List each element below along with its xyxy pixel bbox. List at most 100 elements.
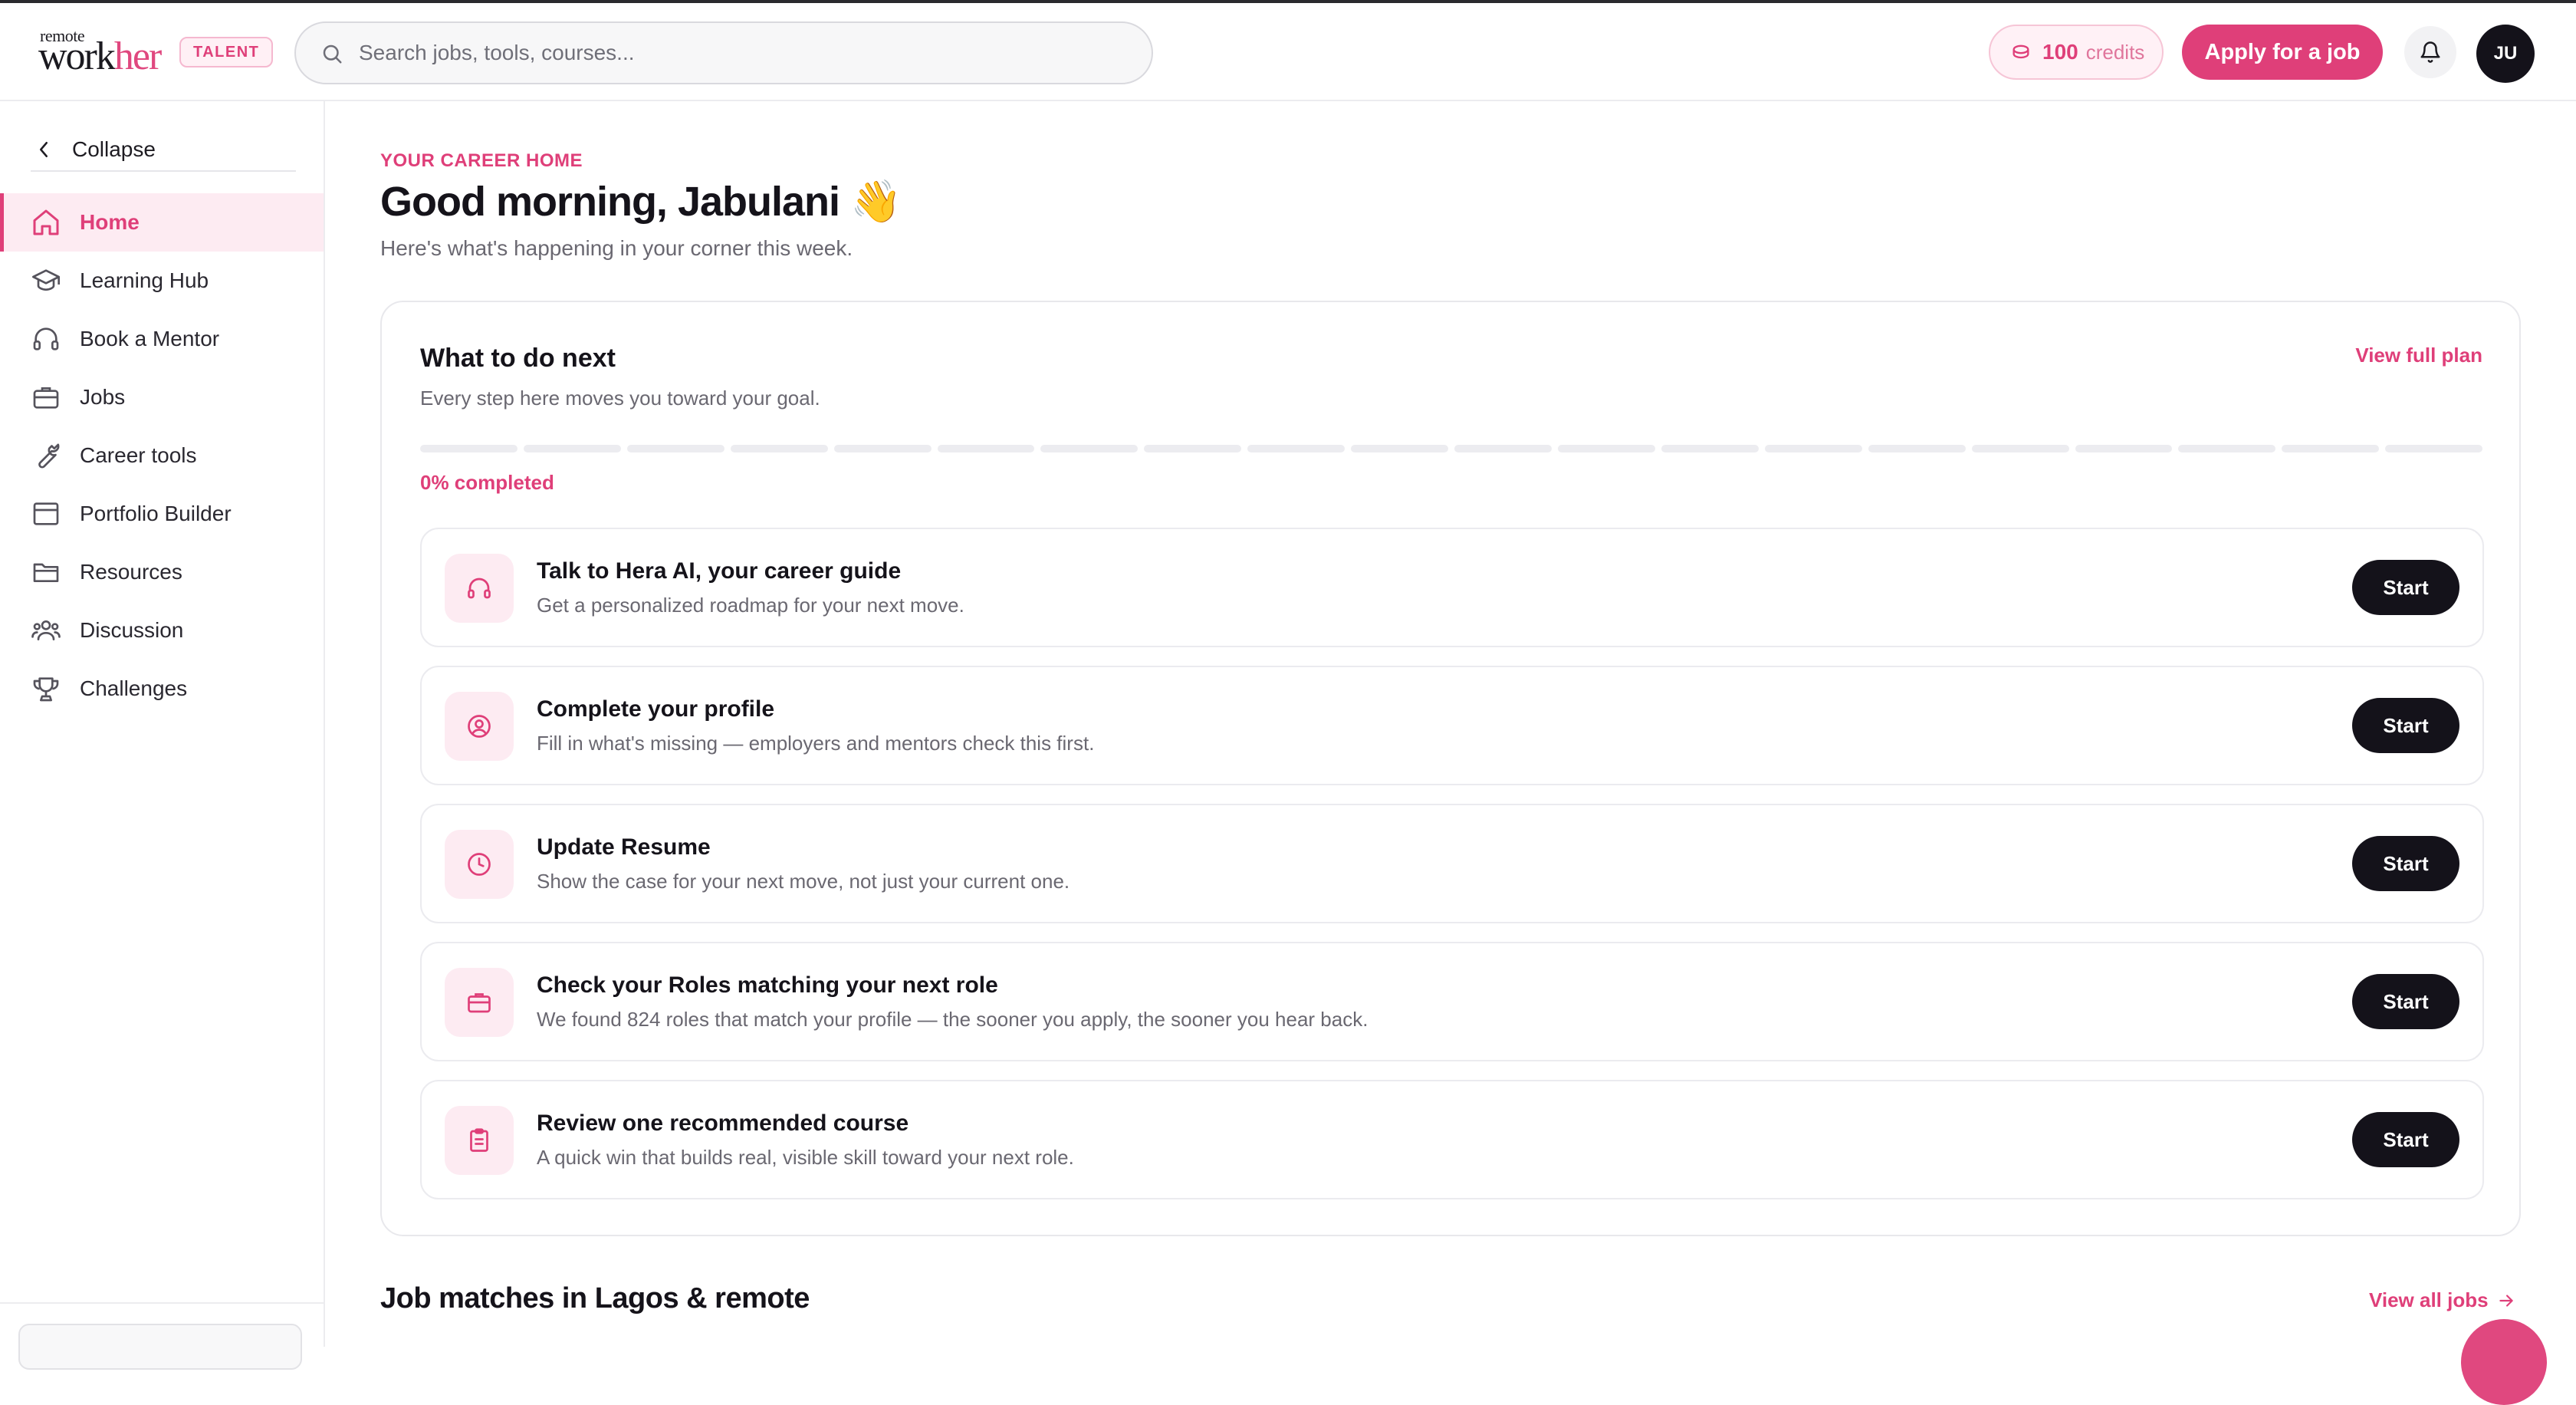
arrow-right-icon [2499, 1294, 2513, 1307]
credits-value: 100 [2042, 40, 2078, 64]
task-description: Fill in what's missing — employers and m… [537, 732, 1095, 755]
apply-for-job-button[interactable]: Apply for a job [2182, 25, 2383, 80]
task-title: Complete your profile [537, 696, 775, 722]
credits-pill[interactable]: 100 credits [1989, 25, 2164, 80]
collapse-sidebar-button[interactable]: Collapse [31, 129, 296, 172]
task-title: Update Resume [537, 834, 711, 860]
headset-icon [33, 327, 59, 350]
task-start-button[interactable]: Start [2352, 1112, 2459, 1167]
sidebar-divider [0, 1302, 324, 1304]
remote-workher-logo[interactable]: remote workher [38, 26, 167, 80]
talent-badge: TALENT [179, 37, 274, 67]
task-start-button[interactable]: Start [2352, 836, 2459, 891]
search-input[interactable] [359, 23, 1125, 83]
progress-segment [1868, 445, 1966, 452]
sidebar-item-career-tools[interactable]: Career tools [0, 426, 324, 485]
task-description: We found 824 roles that match your profi… [537, 1008, 1368, 1031]
notifications-button[interactable] [2404, 26, 2456, 78]
task-icon-tile [445, 554, 514, 623]
progress-segment [1557, 445, 1655, 452]
sidebar-nav: Home Learning Hub Book a Mentor Jobs Car… [0, 193, 324, 718]
sidebar-item-learning-hub[interactable]: Learning Hub [0, 252, 324, 310]
folder-icon [33, 563, 59, 582]
task-icon-tile [445, 830, 514, 899]
task-title: Check your Roles matching your next role [537, 972, 998, 998]
sidebar-item-label: Learning Hub [80, 268, 209, 292]
search-icon [323, 44, 342, 64]
user-avatar[interactable]: JU [2476, 25, 2535, 83]
sidebar-item-book-mentor[interactable]: Book a Mentor [0, 310, 324, 368]
chevron-left-icon [40, 142, 48, 157]
user-circle-icon [468, 715, 491, 738]
next-steps-card: What to do next View full plan Every ste… [380, 301, 2521, 1236]
sidebar-item-label: Discussion [80, 618, 184, 642]
view-all-jobs-label: View all jobs [2369, 1288, 2489, 1311]
progress-segment [1661, 445, 1759, 452]
briefcase-icon [33, 387, 59, 409]
graduation-cap-icon [32, 269, 60, 291]
progress-segment [1247, 445, 1346, 452]
progress-segment [1454, 445, 1552, 452]
browser-window-icon [33, 502, 59, 525]
home-icon [33, 209, 59, 235]
sidebar-item-label: Book a Mentor [80, 327, 220, 350]
progress-segment [2075, 445, 2173, 452]
trophy-icon [33, 677, 59, 702]
sidebar: Collapse Home Learning Hub Book a Mentor… [0, 101, 325, 1370]
sidebar-item-challenges[interactable]: Challenges [0, 660, 324, 718]
progress-segment [937, 445, 1035, 452]
task-card[interactable]: Talk to Hera AI, your career guide Get a… [420, 528, 2484, 647]
clipboard-icon [470, 1128, 488, 1152]
task-card[interactable]: Update Resume Show the case for your nex… [420, 804, 2484, 923]
task-list: Talk to Hera AI, your career guide Get a… [420, 528, 2484, 1218]
progress-segment [2385, 445, 2483, 452]
wrench-icon [38, 443, 60, 469]
job-matches-title: Job matches in Lagos & remote [380, 1282, 810, 1315]
collapse-label: Collapse [72, 137, 156, 161]
sidebar-item-label: Challenges [80, 676, 188, 700]
sidebar-item-portfolio-builder[interactable]: Portfolio Builder [0, 485, 324, 543]
credits-label: credits [2085, 40, 2145, 64]
logo-work-text: work [38, 35, 116, 78]
logo-main-text: workher [38, 35, 162, 78]
view-all-jobs-link[interactable]: View all jobs [2369, 1288, 2516, 1312]
sidebar-item-discussion[interactable]: Discussion [0, 601, 324, 660]
next-steps-title: What to do next [420, 344, 616, 373]
task-icon-tile [445, 968, 514, 1037]
clock-icon [468, 853, 491, 876]
sidebar-item-label: Career tools [80, 443, 197, 467]
task-start-button[interactable]: Start [2352, 974, 2459, 1029]
search-bar[interactable] [294, 21, 1153, 84]
headset-icon [468, 577, 491, 599]
progress-segment [1971, 445, 2069, 452]
progress-segment [1040, 445, 1138, 452]
sidebar-item-label: Jobs [80, 385, 126, 409]
task-title: Review one recommended course [537, 1111, 909, 1136]
top-header: remote workher TALENT 100 credits Apply … [0, 3, 2576, 101]
task-description: Show the case for your next move, not ju… [537, 870, 1070, 893]
task-title: Talk to Hera AI, your career guide [537, 558, 902, 584]
progress-segment [626, 445, 724, 452]
task-icon-tile [445, 1106, 514, 1175]
sidebar-item-label: Resources [80, 560, 182, 584]
sidebar-item-home[interactable]: Home [0, 193, 324, 252]
task-card[interactable]: Review one recommended course A quick wi… [420, 1080, 2484, 1199]
sidebar-bottom-card[interactable] [18, 1324, 302, 1370]
bell-icon [2420, 41, 2440, 63]
sidebar-item-jobs[interactable]: Jobs [0, 368, 324, 426]
task-start-button[interactable]: Start [2352, 698, 2459, 753]
floating-action-button[interactable] [2461, 1319, 2547, 1405]
page-title: Good morning, Jabulani 👋 [380, 179, 902, 225]
task-card[interactable]: Check your Roles matching your next role… [420, 942, 2484, 1061]
view-full-plan-link[interactable]: View full plan [2355, 344, 2482, 367]
progress-segment [833, 445, 932, 452]
progress-segment [1764, 445, 1862, 452]
progress-segment [1351, 445, 1449, 452]
sidebar-item-label: Home [80, 210, 140, 234]
sidebar-item-resources[interactable]: Resources [0, 543, 324, 601]
plan-progress-label: 0% completed [420, 471, 554, 494]
task-card[interactable]: Complete your profile Fill in what's mis… [420, 666, 2484, 785]
task-start-button[interactable]: Start [2352, 560, 2459, 615]
coins-icon [2013, 44, 2029, 59]
task-icon-tile [445, 692, 514, 761]
